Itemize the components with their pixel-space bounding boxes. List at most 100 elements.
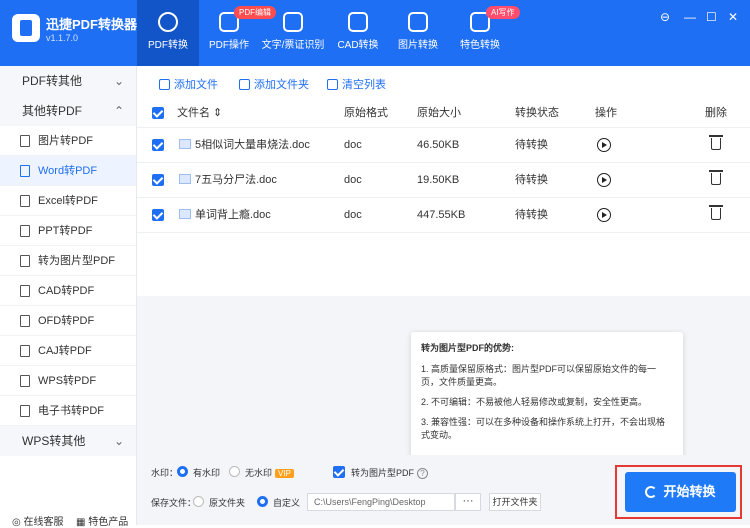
row-checkbox[interactable] bbox=[152, 139, 164, 151]
sidebar-item-word-to-pdf[interactable]: Word转PDF bbox=[0, 156, 136, 186]
bottom-options: 水印： 有水印 无水印 VIP 转为图片型PDF? 保存文件： 原文件夹 自定义 … bbox=[137, 455, 750, 525]
custom-folder-radio[interactable] bbox=[257, 496, 268, 507]
convert-icon bbox=[158, 12, 178, 32]
sidebar-item-image-to-pdf[interactable]: 图片转PDF bbox=[0, 126, 136, 156]
app-brand: 迅捷PDF转换器 bbox=[46, 17, 138, 32]
ebook-file-icon bbox=[20, 405, 30, 417]
word-file-icon bbox=[20, 165, 30, 177]
trash-icon[interactable] bbox=[709, 135, 723, 150]
add-file-button[interactable]: 添加文件 bbox=[159, 76, 218, 92]
select-all-checkbox[interactable] bbox=[152, 106, 164, 119]
col-delete: 删除 bbox=[705, 107, 727, 119]
sidebar-item-ofd-to-pdf[interactable]: OFD转PDF bbox=[0, 306, 136, 336]
row-checkbox[interactable] bbox=[152, 174, 164, 186]
tab-cad[interactable]: CAD转换 bbox=[334, 0, 382, 66]
play-icon[interactable] bbox=[597, 173, 611, 187]
save-path-input[interactable]: C:\Users\FengPing\Desktop bbox=[307, 493, 455, 511]
doc-file-icon bbox=[179, 174, 191, 184]
main-panel: 添加文件 添加文件夹 清空列表 文件名 ⇕ 原始格式 原始大小 转换状态 操作 … bbox=[137, 66, 750, 525]
sidebar-group-other-to-pdf[interactable]: 其他转PDF ⌃ bbox=[0, 96, 136, 126]
ai-write-badge: AI写作 bbox=[486, 6, 520, 19]
image-pdf-checkbox[interactable] bbox=[333, 466, 345, 478]
open-folder-button[interactable]: 打开文件夹 bbox=[489, 493, 541, 511]
sidebar-item-wps-to-pdf[interactable]: WPS转PDF bbox=[0, 366, 136, 396]
minimize-icon[interactable]: — bbox=[684, 10, 696, 24]
ofd-file-icon bbox=[20, 315, 30, 327]
image-file-icon bbox=[20, 135, 30, 147]
col-name[interactable]: 文件名 ⇕ bbox=[177, 98, 222, 128]
file-size: 447.55KB bbox=[417, 209, 466, 221]
close-icon[interactable]: ✕ bbox=[728, 10, 738, 24]
sidebar-item-cad-to-pdf[interactable]: CAD转PDF bbox=[0, 276, 136, 306]
trash-icon[interactable] bbox=[709, 205, 723, 220]
play-icon[interactable] bbox=[597, 208, 611, 222]
chevron-down-icon: ⌄ bbox=[113, 74, 124, 88]
add-folder-icon bbox=[239, 79, 250, 90]
file-format: doc bbox=[344, 139, 362, 151]
sidebar-item-ebook-to-pdf[interactable]: 电子书转PDF bbox=[0, 396, 136, 426]
toolbar: 添加文件 添加文件夹 清空列表 bbox=[137, 66, 750, 98]
help-icon[interactable]: ? bbox=[417, 468, 429, 479]
start-convert-button[interactable]: 开始转换 bbox=[625, 472, 736, 512]
tab-ocr[interactable]: 文字/票证识别 bbox=[260, 0, 326, 66]
with-watermark-label: 有水印 bbox=[193, 468, 221, 478]
tooltip-point-1: 1. 高质量保留原格式：图片型PDF可以保留原始文件的每一页，文件质量更高。 bbox=[421, 364, 657, 387]
browse-button[interactable]: ··· bbox=[455, 493, 481, 511]
doc-file-icon bbox=[179, 209, 191, 219]
file-status: 待转换 bbox=[515, 174, 548, 186]
file-name: 单词背上瘾.doc bbox=[179, 198, 271, 233]
clear-list-button[interactable]: 清空列表 bbox=[327, 76, 386, 92]
file-size: 19.50KB bbox=[417, 174, 460, 186]
sidebar-group-wps-to-other[interactable]: WPS转其他 ⌄ bbox=[0, 426, 136, 456]
maximize-icon[interactable]: ☐ bbox=[706, 10, 717, 24]
cad-icon bbox=[348, 12, 368, 32]
sidebar-group-pdf-to-other[interactable]: PDF转其他 ⌄ bbox=[0, 66, 136, 96]
chevron-down-icon: ⌄ bbox=[113, 434, 124, 448]
featured-products-button[interactable]: ▦ 特色产品 bbox=[76, 513, 128, 528]
file-name: 5相似词大量串烧法.doc bbox=[179, 128, 310, 163]
app-logo-icon bbox=[12, 14, 40, 42]
tab-image[interactable]: 图片转换 bbox=[394, 0, 442, 66]
file-status: 待转换 bbox=[515, 139, 548, 151]
no-watermark-option: 无水印 VIP bbox=[245, 466, 294, 479]
excel-file-icon bbox=[20, 195, 30, 207]
wps-file-icon bbox=[20, 375, 30, 387]
col-action: 操作 bbox=[595, 107, 617, 119]
trash-icon[interactable] bbox=[709, 170, 723, 185]
tooltip-title: 转为图片型PDF的优势: bbox=[421, 343, 514, 353]
col-format: 原始格式 bbox=[344, 107, 388, 119]
original-folder-label: 原文件夹 bbox=[209, 498, 246, 508]
sidebar: PDF转其他 ⌄ 其他转PDF ⌃ 图片转PDF Word转PDF Excel转PD… bbox=[0, 66, 137, 528]
row-checkbox[interactable] bbox=[152, 209, 164, 221]
table-header: 文件名 ⇕ 原始格式 原始大小 转换状态 操作 删除 bbox=[137, 98, 750, 128]
table-row: 7五马分尸法.doc doc 19.50KB 待转换 bbox=[137, 163, 750, 198]
tooltip-point-2: 2. 不可编辑：不易被他人轻易修改或复制，安全性更高。 bbox=[421, 397, 648, 407]
table-row: 5相似词大量串烧法.doc doc 46.50KB 待转换 bbox=[137, 128, 750, 163]
col-size: 原始大小 bbox=[417, 107, 461, 119]
sidebar-item-caj-to-pdf[interactable]: CAJ转PDF bbox=[0, 336, 136, 366]
ocr-icon bbox=[283, 12, 303, 32]
tab-pdf-convert[interactable]: PDF转换 bbox=[137, 0, 199, 66]
table-row: 单词背上瘾.doc doc 447.55KB 待转换 bbox=[137, 198, 750, 233]
vip-badge: VIP bbox=[275, 469, 294, 478]
chevron-up-icon: ⌃ bbox=[113, 104, 124, 118]
pin-icon[interactable]: ⊖ bbox=[660, 10, 670, 24]
original-folder-radio[interactable] bbox=[193, 496, 204, 507]
custom-folder-label: 自定义 bbox=[273, 498, 301, 508]
with-watermark-radio[interactable] bbox=[177, 466, 188, 477]
sidebar-item-excel-to-pdf[interactable]: Excel转PDF bbox=[0, 186, 136, 216]
tooltip-point-3: 3. 兼容性强：可以在多种设备和操作系统上打开，不会出现格式变动。 bbox=[421, 417, 666, 440]
app-version: v1.1.7.0 bbox=[46, 33, 79, 43]
play-icon[interactable] bbox=[597, 138, 611, 152]
sidebar-item-to-image-pdf[interactable]: 转为图片型PDF bbox=[0, 246, 136, 276]
image-icon bbox=[408, 12, 428, 32]
add-folder-button[interactable]: 添加文件夹 bbox=[239, 76, 309, 92]
col-status: 转换状态 bbox=[515, 107, 559, 119]
online-service-button[interactable]: ◎ 在线客服 bbox=[12, 513, 64, 528]
file-table: 文件名 ⇕ 原始格式 原始大小 转换状态 操作 删除 5相似词大量串烧法.doc… bbox=[137, 98, 750, 296]
ppt-file-icon bbox=[20, 225, 30, 237]
no-watermark-radio[interactable] bbox=[229, 466, 240, 477]
file-format: doc bbox=[344, 209, 362, 221]
file-size: 46.50KB bbox=[417, 139, 460, 151]
sidebar-item-ppt-to-pdf[interactable]: PPT转PDF bbox=[0, 216, 136, 246]
